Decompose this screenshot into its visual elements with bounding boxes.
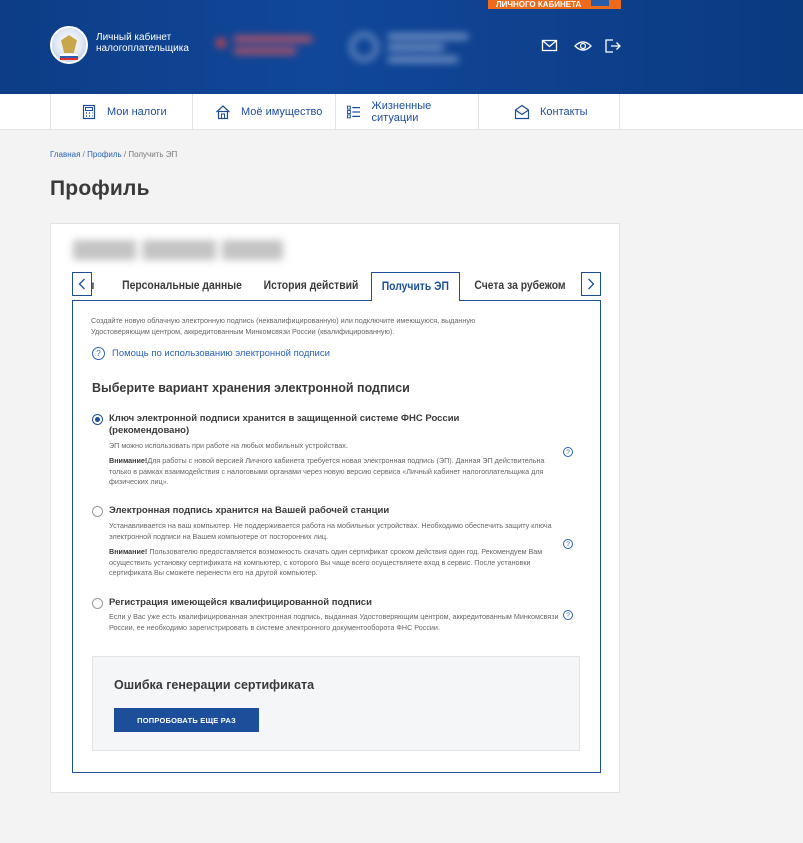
radio-fns[interactable] [92, 414, 103, 425]
warning-label: Внимание! [109, 547, 148, 556]
flag-icon [60, 54, 78, 60]
info-icon[interactable]: ? [563, 610, 573, 620]
question-icon: ? [92, 347, 105, 360]
promo-banner[interactable]: ЛИЧНОГО КАБИНЕТА [488, 0, 621, 9]
envelope-icon [514, 104, 530, 120]
chevron-right-icon [588, 278, 595, 290]
storage-option-qualified[interactable]: Регистрация имеющейся квалифицированной … [92, 597, 573, 642]
nav-label: Контакты [540, 106, 588, 118]
storage-option-fns[interactable]: Ключ электронной подписи хранится в защи… [92, 413, 573, 493]
eagle-emblem-icon [61, 35, 77, 53]
brand-line-1: Личный кабинет [96, 32, 172, 43]
signature-panel: Создайте новую облачную электронную подп… [72, 300, 601, 773]
profile-card: ı Персональные данные История действий П… [50, 223, 620, 793]
intro-text: Создайте новую облачную электронную подп… [91, 316, 531, 337]
intro-line-2: Удостоверяющим центром, аккредитованным … [91, 326, 395, 336]
warning-label: Внимание! [109, 456, 148, 465]
fns-logo[interactable] [50, 26, 88, 64]
radio-workstation[interactable] [92, 506, 103, 517]
promo-text: ЛИЧНОГО КАБИНЕТА [496, 0, 582, 9]
info-icon[interactable]: ? [563, 539, 573, 549]
nav-label: Жизненные ситуации [371, 100, 432, 124]
tab-action-history[interactable]: История действий [258, 272, 364, 301]
breadcrumb-profile[interactable]: Профиль [87, 150, 122, 159]
error-title: Ошибка генерации сертификата [114, 678, 315, 692]
tabs-next-button[interactable] [581, 272, 601, 296]
tab-label: Получить ЭП [381, 281, 450, 293]
nav-label: Мои налоги [107, 106, 167, 118]
retry-button[interactable]: ПОПРОБОВАТЬ ЕЩЕ РАЗ [114, 708, 259, 732]
help-link[interactable]: ? Помощь по использованию электронной по… [92, 347, 330, 360]
list-icon [346, 105, 361, 119]
nav-item-contacts[interactable]: Контакты [478, 94, 620, 130]
site-header: ЛИЧНОГО КАБИНЕТА Личный кабинет налогопл… [0, 0, 803, 94]
nav-item-my-property[interactable]: Моё имущество [192, 94, 335, 130]
nav-item-life-situations[interactable]: Жизненные ситуации [335, 94, 478, 130]
breadcrumb-home[interactable]: Главная [50, 150, 80, 159]
mail-icon[interactable] [541, 38, 559, 54]
option-desc: Если у Вас уже есть квалифицированная эл… [109, 612, 559, 632]
nav-item-my-taxes[interactable]: Мои налоги [50, 94, 192, 130]
notifications-blurred[interactable] [216, 34, 316, 58]
breadcrumb-current: Получить ЭП [128, 150, 178, 159]
page-title: Профиль [50, 177, 150, 200]
section-title: Выберите вариант хранения электронной по… [92, 381, 410, 395]
user-info-blurred[interactable] [350, 30, 480, 68]
tab-foreign-accounts[interactable]: Счета за рубежом [471, 272, 570, 301]
tabs-strip: ı Персональные данные История действий П… [92, 272, 580, 301]
warning-text: Для работы с новой версией Личного кабин… [109, 456, 545, 486]
warning-text: Пользователю предоставляется возможность… [109, 547, 543, 577]
tabs-prev-button[interactable] [72, 272, 92, 296]
tab-personal-data[interactable]: Персональные данные [119, 272, 245, 301]
breadcrumb: Главная / Профиль / Получить ЭП [50, 150, 178, 159]
promo-arrow-button[interactable] [591, 0, 609, 6]
user-name-blurred [73, 240, 283, 260]
calculator-icon [82, 104, 96, 120]
help-link-label: Помощь по использованию электронной подп… [112, 348, 330, 359]
radio-qualified[interactable] [92, 598, 103, 609]
option-title: Ключ электронной подписи хранится в защи… [109, 413, 460, 436]
storage-option-workstation[interactable]: Электронная подпись хранится на Вашей ра… [92, 505, 573, 585]
option-title: Регистрация имеющейся квалифицированной … [109, 597, 372, 608]
error-box: Ошибка генерации сертификата ПОПРОБОВАТЬ… [92, 656, 580, 751]
brand-line-2: налогоплательщика [96, 43, 189, 54]
nav-label: Моё имущество [241, 106, 323, 118]
option-desc: ЭП можно использовать при работе на любы… [109, 441, 348, 450]
option-desc: Устанавливается на ваш компьютер. Не под… [109, 521, 552, 541]
house-icon [216, 105, 230, 120]
option-warning: Внимание!Для работы с новой версией Личн… [109, 456, 564, 488]
eye-icon[interactable] [574, 38, 592, 54]
tab-get-signature[interactable]: Получить ЭП [371, 272, 460, 301]
info-icon[interactable]: ? [563, 447, 573, 457]
chevron-left-icon [78, 278, 85, 290]
option-warning: Внимание! Пользователю предоставляется в… [109, 547, 564, 579]
brand-title[interactable]: Личный кабинет налогоплательщика [96, 32, 189, 54]
logout-icon[interactable] [604, 38, 622, 54]
option-title: Электронная подпись хранится на Вашей ра… [109, 505, 390, 516]
intro-line-1: Создайте новую облачную электронную подп… [91, 316, 476, 325]
main-navigation: Мои налоги Моё имущество Жизненные ситуа… [0, 94, 803, 130]
tab-hidden-fragment[interactable]: ı [92, 272, 98, 301]
